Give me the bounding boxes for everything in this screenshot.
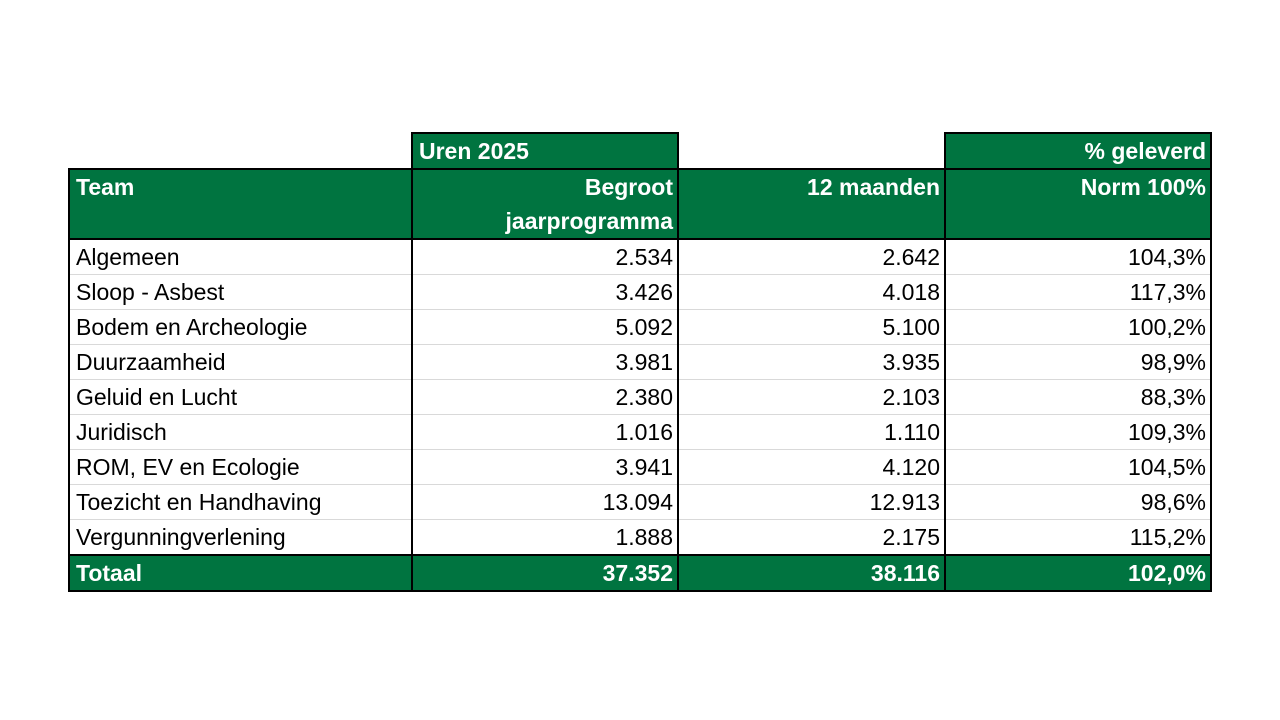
cell-maanden: 1.110 [677, 414, 946, 450]
cell-begroot: 13.094 [411, 484, 679, 520]
column-header-maanden: 12 maanden [677, 168, 946, 240]
column-header-row: Team Begroot jaarprogramma 12 maanden No… [68, 168, 1212, 240]
table-row: ROM, EV en Ecologie 3.941 4.120 104,5% [68, 449, 1212, 485]
blank-cell [69, 133, 412, 169]
cell-pct: 100,2% [944, 309, 1212, 345]
column-header-norm: Norm 100% [944, 168, 1212, 240]
table-row: Toezicht en Handhaving 13.094 12.913 98,6% [68, 484, 1212, 520]
cell-pct: 117,3% [944, 274, 1212, 310]
cell-pct: 88,3% [944, 379, 1212, 415]
cell-begroot: 1.016 [411, 414, 679, 450]
cell-pct: 104,5% [944, 449, 1212, 485]
cell-pct: 98,9% [944, 344, 1212, 380]
column-header-team: Team [68, 168, 413, 240]
table-row: Geluid en Lucht 2.380 2.103 88,3% [68, 379, 1212, 415]
table-row: Sloop - Asbest 3.426 4.018 117,3% [68, 274, 1212, 310]
group-header-row: Uren 2025 % geleverd [69, 132, 1212, 170]
table-row: Vergunningverlening 1.888 2.175 115,2% [68, 519, 1212, 556]
cell-team: Toezicht en Handhaving [68, 484, 413, 520]
cell-team: Sloop - Asbest [68, 274, 413, 310]
total-row: Totaal 37.352 38.116 102,0% [68, 554, 1212, 592]
cell-team: Bodem en Archeologie [68, 309, 413, 345]
cell-pct: 104,3% [944, 238, 1212, 275]
table-row: Algemeen 2.534 2.642 104,3% [68, 238, 1212, 275]
cell-team: Vergunningverlening [68, 519, 413, 556]
column-header-begroot: Begroot jaarprogramma [411, 168, 679, 240]
table-row: Bodem en Archeologie 5.092 5.100 100,2% [68, 309, 1212, 345]
hours-table: Uren 2025 % geleverd Team Begroot jaarpr… [68, 132, 1212, 592]
cell-maanden: 2.175 [677, 519, 946, 556]
cell-team: Algemeen [68, 238, 413, 275]
total-begroot: 37.352 [411, 554, 679, 592]
begroot-line2: jaarprogramma [505, 208, 673, 234]
cell-maanden: 2.103 [677, 379, 946, 415]
cell-team: Duurzaamheid [68, 344, 413, 380]
group-header-uren: Uren 2025 [411, 132, 679, 170]
cell-begroot: 2.380 [411, 379, 679, 415]
cell-team: Geluid en Lucht [68, 379, 413, 415]
cell-team: ROM, EV en Ecologie [68, 449, 413, 485]
cell-pct: 98,6% [944, 484, 1212, 520]
cell-maanden: 4.120 [677, 449, 946, 485]
cell-begroot: 1.888 [411, 519, 679, 556]
cell-maanden: 2.642 [677, 238, 946, 275]
cell-team: Juridisch [68, 414, 413, 450]
cell-begroot: 2.534 [411, 238, 679, 275]
cell-begroot: 3.981 [411, 344, 679, 380]
cell-maanden: 3.935 [677, 344, 946, 380]
cell-begroot: 3.426 [411, 274, 679, 310]
begroot-line1: Begroot [584, 174, 673, 200]
table-body: Algemeen 2.534 2.642 104,3% Sloop - Asbest 3.… [68, 238, 1212, 556]
total-maanden: 38.116 [677, 554, 946, 592]
cell-pct: 109,3% [944, 414, 1212, 450]
cell-begroot: 5.092 [411, 309, 679, 345]
group-header-pct: % geleverd [944, 132, 1212, 170]
table-row: Duurzaamheid 3.981 3.935 98,9% [68, 344, 1212, 380]
blank-cell [678, 133, 945, 169]
cell-maanden: 4.018 [677, 274, 946, 310]
total-label: Totaal [68, 554, 413, 592]
cell-pct: 115,2% [944, 519, 1212, 556]
table-row: Juridisch 1.016 1.110 109,3% [68, 414, 1212, 450]
cell-maanden: 5.100 [677, 309, 946, 345]
cell-begroot: 3.941 [411, 449, 679, 485]
total-pct: 102,0% [944, 554, 1212, 592]
cell-maanden: 12.913 [677, 484, 946, 520]
